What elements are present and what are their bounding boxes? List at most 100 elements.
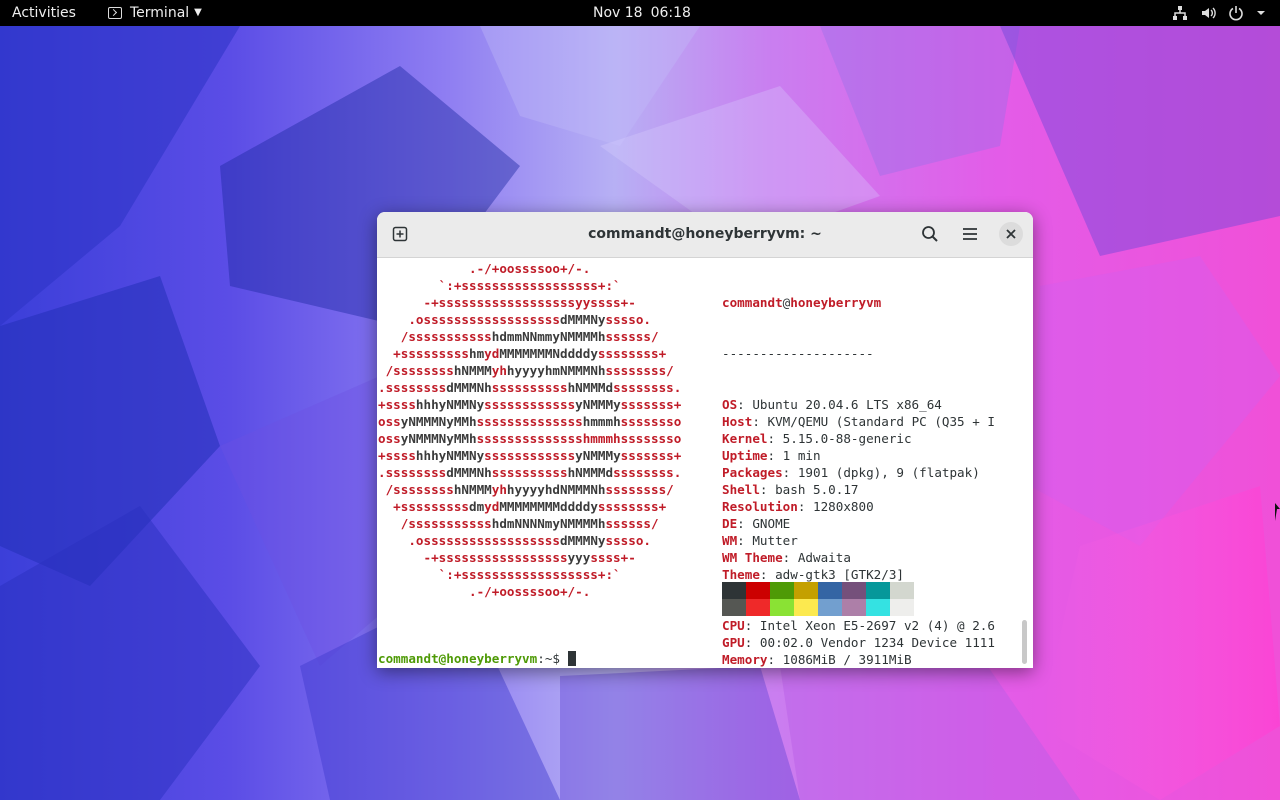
ascii-segment: yNMMMNyMMh: [400, 414, 477, 429]
color-swatch: [890, 599, 914, 616]
terminal-window[interactable]: commandt@honeyberryvm: ~ .-/+oossssoo+/-…: [377, 212, 1033, 668]
color-swatch: [746, 582, 770, 599]
info-row: Host: KVM/QEMU (Standard PC (Q35 + I: [722, 413, 1032, 430]
ascii-segment: ssssssss+: [597, 499, 667, 514]
info-row: WM: Mutter: [722, 532, 1032, 549]
clock-time: 06:18: [650, 5, 691, 21]
ascii-segment: +ssss: [378, 448, 416, 463]
new-tab-icon: [392, 226, 408, 242]
ascii-segment: ssssssss/: [605, 363, 674, 378]
ascii-segment: dm: [469, 499, 485, 514]
ascii-segment: yNMMMNyMMh: [400, 431, 477, 446]
mouse-pointer-icon: [1275, 503, 1280, 521]
ascii-segment: ssssssssss: [491, 380, 568, 395]
ascii-segment: .-/+oossssoo+/-.: [378, 584, 591, 599]
ascii-segment: hNMMMd: [567, 380, 614, 395]
info-row: Memory: 1086MiB / 3911MiB: [722, 651, 1032, 668]
info-value: : GNOME: [737, 516, 791, 531]
color-swatch: [866, 599, 890, 616]
info-key: WM Theme: [722, 550, 783, 565]
color-swatch: [890, 582, 914, 599]
info-rows: OS: Ubuntu 20.04.6 LTS x86_64 Host: KVM/Q…: [722, 396, 1032, 668]
color-swatch: [794, 582, 818, 599]
ascii-segment: hm: [469, 346, 485, 361]
color-swatch: [842, 599, 866, 616]
ascii-segment: sssso.: [605, 533, 651, 548]
ascii-segment: hNMMM: [453, 482, 492, 497]
color-swatch: [866, 582, 890, 599]
info-row: Shell: bash 5.0.17: [722, 481, 1032, 498]
ascii-segment: hyyyyhmNMMMNh: [506, 363, 606, 378]
new-tab-button[interactable]: [386, 220, 414, 248]
info-value: : bash 5.0.17: [759, 482, 859, 497]
info-key: Host: [722, 414, 753, 429]
ascii-segment: .ssssssss: [378, 465, 447, 480]
info-key: Shell: [722, 482, 760, 497]
info-key: Theme: [722, 567, 760, 582]
info-key: Memory: [722, 652, 768, 667]
scrollbar[interactable]: [1022, 620, 1027, 664]
ascii-segment: .ossssssssssssssssss: [378, 533, 560, 548]
search-button[interactable]: [916, 220, 944, 248]
color-swatch: [818, 599, 842, 616]
ascii-segment: hdmNNNNmyNMMMMh: [491, 516, 606, 531]
app-menu-label: Terminal: [130, 5, 190, 21]
info-key: DE: [722, 516, 738, 531]
ascii-segment: hmmmh: [582, 414, 621, 429]
info-value: : Adwaita: [782, 550, 851, 565]
color-swatch: [818, 582, 842, 599]
ascii-segment: ssssss/: [605, 516, 659, 531]
ascii-segment: sssssss+: [620, 448, 682, 463]
info-key: OS: [722, 397, 738, 412]
activities-button[interactable]: Activities: [12, 0, 76, 26]
color-swatch: [770, 582, 794, 599]
ascii-segment: dMMMNh: [446, 380, 492, 395]
info-value: : 1901 (dpkg), 9 (flatpak): [782, 465, 980, 480]
info-value: : KVM/QEMU (Standard PC (Q35 + I: [752, 414, 995, 429]
chevron-down-icon: [1257, 11, 1265, 15]
info-key: Resolution: [722, 499, 798, 514]
info-value: : 1086MiB / 3911MiB: [767, 652, 912, 667]
network-icon: [1173, 6, 1187, 20]
ascii-segment: ssssssssssss: [484, 448, 576, 463]
info-key: Uptime: [722, 448, 768, 463]
ascii-segment: oss: [378, 431, 401, 446]
terminal-content[interactable]: .-/+oossssoo+/-. `:+ssssssssssssssssss+:…: [377, 258, 1033, 668]
color-swatch: [722, 599, 746, 616]
info-key: Kernel: [722, 431, 768, 446]
ascii-segment: hhhyNMMNy: [415, 448, 485, 463]
ascii-segment: `:+ssssssssssssssssss+:`: [378, 278, 621, 293]
ascii-segment: ssssssso: [620, 414, 682, 429]
ascii-segment: sssssssssssssshmmmhssssssso: [476, 431, 682, 446]
ascii-segment: ssssss/: [605, 329, 659, 344]
ascii-segment: yNMMMy: [575, 397, 621, 412]
info-key: WM: [722, 533, 738, 548]
ascii-segment: hNMMM: [453, 363, 492, 378]
volume-icon: [1202, 7, 1216, 19]
info-row: Kernel: 5.15.0-88-generic: [722, 430, 1032, 447]
palette-row: [722, 599, 914, 616]
menu-button[interactable]: [956, 220, 984, 248]
ascii-segment: MMMMMMMNddddy: [499, 346, 598, 361]
info-row: Uptime: 1 min: [722, 447, 1032, 464]
system-tray[interactable]: [1172, 0, 1266, 26]
info-key: Packages: [722, 465, 783, 480]
ascii-segment: hNMMMd: [567, 465, 614, 480]
info-row: WM Theme: Adwaita: [722, 549, 1032, 566]
color-swatch: [722, 582, 746, 599]
ascii-segment: yd: [484, 346, 500, 361]
ascii-segment: yh: [491, 482, 507, 497]
palette-row: [722, 582, 914, 599]
ascii-segment: dMMMNy: [559, 312, 606, 327]
clock-button[interactable]: Nov 18 06:18: [593, 0, 691, 26]
ascii-segment: hdmmNNmmyNMMMMh: [491, 329, 606, 344]
app-menu-button[interactable]: Terminal ▼: [108, 0, 202, 26]
ascii-segment: +ssss: [378, 397, 416, 412]
header-bar[interactable]: commandt@honeyberryvm: ~: [377, 212, 1033, 258]
shell-prompt[interactable]: commandt@honeyberryvm:~$: [378, 650, 576, 667]
close-button[interactable]: [997, 220, 1025, 248]
color-swatch: [746, 599, 770, 616]
ascii-segment: /sssssssssss: [378, 329, 492, 344]
color-swatch: [770, 599, 794, 616]
ascii-segment: ssssssssss: [491, 465, 568, 480]
